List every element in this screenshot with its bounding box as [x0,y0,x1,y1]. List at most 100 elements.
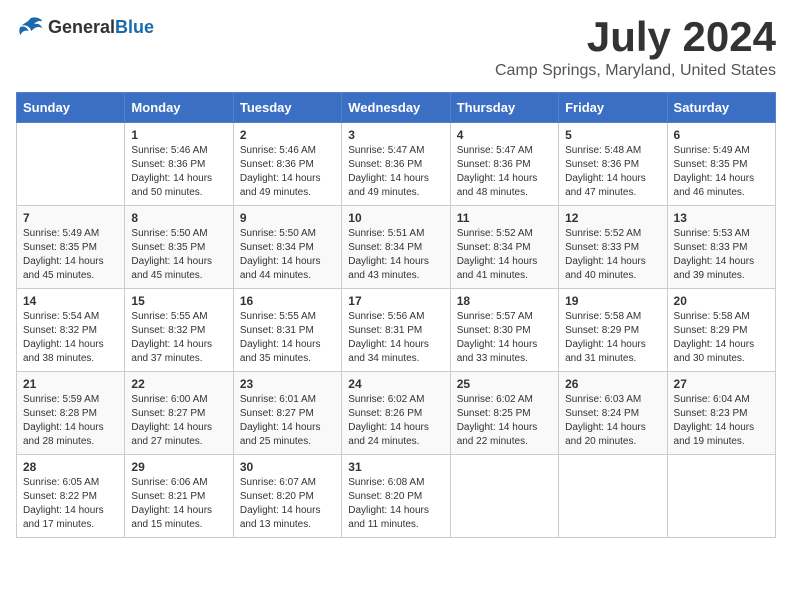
day-info: Sunrise: 5:46 AM Sunset: 8:36 PM Dayligh… [240,144,335,200]
calendar-cell [450,455,558,538]
day-info: Sunrise: 5:52 AM Sunset: 8:33 PM Dayligh… [565,227,660,283]
day-number: 6 [674,128,769,142]
day-number: 3 [348,128,443,142]
day-info: Sunrise: 5:50 AM Sunset: 8:35 PM Dayligh… [131,227,226,283]
calendar-week-row: 7 Sunrise: 5:49 AM Sunset: 8:35 PM Daylig… [17,206,776,289]
day-info: Sunrise: 5:49 AM Sunset: 8:35 PM Dayligh… [23,227,118,283]
calendar-week-row: 28Sunrise: 6:05 AM Sunset: 8:22 PM Dayli… [17,455,776,538]
calendar-cell: 17Sunrise: 5:56 AM Sunset: 8:31 PM Dayli… [342,289,450,372]
day-info: Sunrise: 5:49 AM Sunset: 8:35 PM Dayligh… [674,144,769,200]
calendar-cell: 4Sunrise: 5:47 AM Sunset: 8:36 PM Daylig… [450,123,558,206]
day-info: Sunrise: 5:46 AM Sunset: 8:36 PM Dayligh… [131,144,226,200]
calendar-cell: 14Sunrise: 5:54 AM Sunset: 8:32 PM Dayli… [17,289,125,372]
calendar-cell: 21 Sunrise: 5:59 AM Sunset: 8:28 PM Dayli… [17,372,125,455]
day-info: Sunrise: 5:55 AM Sunset: 8:31 PM Dayligh… [240,310,335,366]
day-info: Sunrise: 6:08 AM Sunset: 8:20 PM Dayligh… [348,476,443,532]
day-number: 11 [457,211,552,225]
logo: GeneralBlue [16,16,154,38]
header-day: Saturday [667,93,775,123]
calendar-subtitle: Camp Springs, Maryland, United States [495,62,776,80]
day-number: 13 [674,211,769,225]
day-info: Sunrise: 5:51 AM Sunset: 8:34 PM Dayligh… [348,227,443,283]
day-number: 24 [348,377,443,391]
day-number: 27 [674,377,769,391]
calendar-cell: 30Sunrise: 6:07 AM Sunset: 8:20 PM Dayli… [233,455,341,538]
calendar-cell: 7 Sunrise: 5:49 AM Sunset: 8:35 PM Daylig… [17,206,125,289]
calendar-cell: 16Sunrise: 5:55 AM Sunset: 8:31 PM Dayli… [233,289,341,372]
day-number: 18 [457,294,552,308]
calendar-cell: 29 Sunrise: 6:06 AM Sunset: 8:21 PM Dayli… [125,455,233,538]
day-info: Sunrise: 5:58 AM Sunset: 8:29 PM Dayligh… [565,310,660,366]
day-number: 10 [348,211,443,225]
day-info: Sunrise: 6:06 AM Sunset: 8:21 PM Dayligh… [131,476,226,532]
logo-text: GeneralBlue [48,17,154,38]
day-number: 29 [131,460,226,474]
day-info: Sunrise: 6:02 AM Sunset: 8:26 PM Dayligh… [348,393,443,449]
day-number: 1 [131,128,226,142]
calendar-cell: 10 Sunrise: 5:51 AM Sunset: 8:34 PM Dayli… [342,206,450,289]
header-day: Sunday [17,93,125,123]
day-number: 14 [23,294,118,308]
header-day: Friday [559,93,667,123]
calendar-cell: 11 Sunrise: 5:52 AM Sunset: 8:34 PM Dayli… [450,206,558,289]
calendar-cell: 8 Sunrise: 5:50 AM Sunset: 8:35 PM Daylig… [125,206,233,289]
day-number: 21 [23,377,118,391]
logo-general: General [48,17,115,37]
day-number: 2 [240,128,335,142]
calendar-cell: 20Sunrise: 5:58 AM Sunset: 8:29 PM Dayli… [667,289,775,372]
day-info: Sunrise: 5:47 AM Sunset: 8:36 PM Dayligh… [457,144,552,200]
calendar-week-row: 1 Sunrise: 5:46 AM Sunset: 8:36 PM Daylig… [17,123,776,206]
calendar-week-row: 21 Sunrise: 5:59 AM Sunset: 8:28 PM Dayli… [17,372,776,455]
day-info: Sunrise: 6:01 AM Sunset: 8:27 PM Dayligh… [240,393,335,449]
calendar-table: SundayMondayTuesdayWednesdayThursdayFrid… [16,92,776,538]
calendar-cell: 26Sunrise: 6:03 AM Sunset: 8:24 PM Dayli… [559,372,667,455]
day-number: 30 [240,460,335,474]
day-info: Sunrise: 5:59 AM Sunset: 8:28 PM Dayligh… [23,393,118,449]
day-info: Sunrise: 5:50 AM Sunset: 8:34 PM Dayligh… [240,227,335,283]
calendar-cell: 24 Sunrise: 6:02 AM Sunset: 8:26 PM Dayli… [342,372,450,455]
day-info: Sunrise: 6:00 AM Sunset: 8:27 PM Dayligh… [131,393,226,449]
calendar-week-row: 14Sunrise: 5:54 AM Sunset: 8:32 PM Dayli… [17,289,776,372]
calendar-cell [667,455,775,538]
day-number: 8 [131,211,226,225]
calendar-cell: 15 Sunrise: 5:55 AM Sunset: 8:32 PM Dayli… [125,289,233,372]
day-info: Sunrise: 5:57 AM Sunset: 8:30 PM Dayligh… [457,310,552,366]
day-info: Sunrise: 6:04 AM Sunset: 8:23 PM Dayligh… [674,393,769,449]
day-info: Sunrise: 5:53 AM Sunset: 8:33 PM Dayligh… [674,227,769,283]
day-number: 15 [131,294,226,308]
calendar-cell: 9 Sunrise: 5:50 AM Sunset: 8:34 PM Daylig… [233,206,341,289]
day-number: 7 [23,211,118,225]
day-number: 5 [565,128,660,142]
header-day: Wednesday [342,93,450,123]
calendar-cell: 13 Sunrise: 5:53 AM Sunset: 8:33 PM Dayli… [667,206,775,289]
day-info: Sunrise: 5:47 AM Sunset: 8:36 PM Dayligh… [348,144,443,200]
day-info: Sunrise: 5:52 AM Sunset: 8:34 PM Dayligh… [457,227,552,283]
day-number: 28 [23,460,118,474]
logo-blue: Blue [115,17,154,37]
calendar-cell: 27 Sunrise: 6:04 AM Sunset: 8:23 PM Dayli… [667,372,775,455]
calendar-cell: 19 Sunrise: 5:58 AM Sunset: 8:29 PM Dayli… [559,289,667,372]
calendar-cell: 23 Sunrise: 6:01 AM Sunset: 8:27 PM Dayli… [233,372,341,455]
day-number: 31 [348,460,443,474]
header-row: SundayMondayTuesdayWednesdayThursdayFrid… [17,93,776,123]
header-day: Thursday [450,93,558,123]
calendar-cell: 2 Sunrise: 5:46 AM Sunset: 8:36 PM Daylig… [233,123,341,206]
logo-icon [16,16,44,38]
calendar-cell: 1 Sunrise: 5:46 AM Sunset: 8:36 PM Daylig… [125,123,233,206]
day-number: 23 [240,377,335,391]
calendar-cell [559,455,667,538]
day-info: Sunrise: 6:02 AM Sunset: 8:25 PM Dayligh… [457,393,552,449]
calendar-cell: 5Sunrise: 5:48 AM Sunset: 8:36 PM Daylig… [559,123,667,206]
header-day: Tuesday [233,93,341,123]
page-header: GeneralBlue July 2024 Camp Springs, Mary… [16,16,776,80]
day-number: 26 [565,377,660,391]
day-number: 9 [240,211,335,225]
calendar-cell: 18 Sunrise: 5:57 AM Sunset: 8:30 PM Dayli… [450,289,558,372]
calendar-title: July 2024 [495,16,776,58]
calendar-cell: 6 Sunrise: 5:49 AM Sunset: 8:35 PM Daylig… [667,123,775,206]
day-number: 12 [565,211,660,225]
day-info: Sunrise: 5:58 AM Sunset: 8:29 PM Dayligh… [674,310,769,366]
day-number: 19 [565,294,660,308]
day-info: Sunrise: 5:56 AM Sunset: 8:31 PM Dayligh… [348,310,443,366]
day-info: Sunrise: 5:55 AM Sunset: 8:32 PM Dayligh… [131,310,226,366]
